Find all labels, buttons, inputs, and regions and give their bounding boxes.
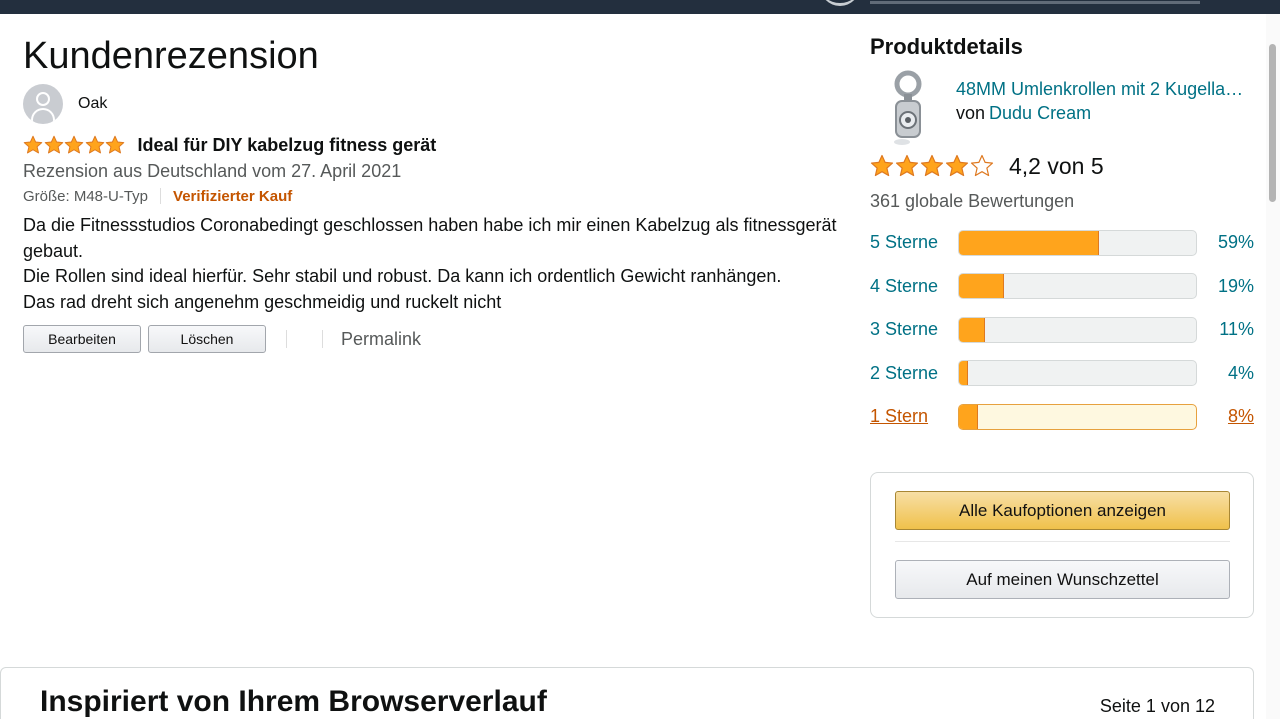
histogram-row[interactable]: 3 Sterne 11% [870, 308, 1254, 352]
global-ratings-count: 361 globale Bewertungen [870, 191, 1075, 211]
brand-link[interactable]: Dudu Cream [989, 103, 1091, 123]
histogram-bar-fill [959, 230, 1099, 255]
histogram-row[interactable]: 1 Stern 8% [870, 395, 1254, 439]
histogram-percent[interactable]: 4% [1197, 363, 1254, 384]
histogram-row[interactable]: 5 Sterne 59% [870, 221, 1254, 265]
divider [895, 541, 1230, 542]
rating-histogram: 5 Sterne 59% 4 Sterne 19% 3 Sterne 11% 2 Stern… [870, 221, 1254, 439]
review-body-line: Das rad dreht sich angenehm geschmeidig … [23, 291, 502, 312]
star-icon [105, 135, 125, 154]
product-info: 48MM Umlenkrollen mit 2 Kugellager von Du… [956, 70, 1246, 148]
vertical-scrollbar[interactable] [1266, 14, 1280, 719]
avatar-icon[interactable] [23, 84, 63, 124]
star-icon [895, 154, 919, 177]
divider [286, 330, 287, 349]
star-icon [870, 154, 894, 177]
star-icon [44, 135, 63, 154]
review-body: Da die Fitnessstudios Coronabedingt gesc… [23, 213, 853, 315]
average-rating-text: 4,2 von 5 [1009, 152, 1104, 179]
product-details-panel: Produktdetails 48MM Umlenkrollen mit 2 K… [870, 32, 1254, 439]
star-icon [970, 154, 994, 177]
histogram-star-label[interactable]: 2 Sterne [870, 363, 958, 384]
histogram-bar[interactable] [958, 273, 1197, 300]
reviewer-profile[interactable]: Oak [23, 84, 853, 124]
edit-button[interactable]: Bearbeiten [23, 325, 141, 354]
carousel-page-indicator: Seite 1 von 12 [1099, 696, 1215, 716]
scrollbar-thumb[interactable] [1269, 44, 1276, 202]
histogram-bar-fill [959, 317, 986, 342]
histogram-star-label[interactable]: 4 Sterne [870, 276, 958, 297]
by-label: von [956, 103, 986, 123]
product-details-heading: Produktdetails [870, 34, 1023, 59]
recommendations-card: Inspiriert von Ihrem Browserverlauf Seit… [0, 667, 1254, 719]
star-icon [920, 154, 944, 177]
review-body-line: Die Rollen sind ideal hierfür. Sehr stab… [23, 266, 782, 287]
review-title-row: Ideal für DIY kabelzug fitness gerät [23, 134, 853, 156]
product-thumbnail[interactable] [870, 70, 942, 148]
histogram-bar[interactable] [958, 403, 1197, 430]
histogram-row[interactable]: 2 Sterne 4% [870, 352, 1254, 396]
average-star-rating[interactable] [870, 154, 995, 178]
star-icon [85, 135, 104, 154]
star-icon [945, 154, 969, 177]
top-navigation-bar [0, 0, 1280, 14]
review-meta: Größe: M48-U-Typ Verifizierter Kauf [23, 186, 853, 206]
histogram-bar[interactable] [958, 360, 1197, 387]
histogram-star-label[interactable]: 5 Sterne [870, 232, 958, 253]
buy-box: Alle Kaufoptionen anzeigen Auf meinen Wu… [870, 472, 1254, 618]
histogram-percent[interactable]: 8% [1197, 406, 1254, 427]
histogram-row[interactable]: 4 Sterne 19% [870, 265, 1254, 309]
delete-button[interactable]: Löschen [148, 325, 266, 354]
product-variant-size[interactable]: Größe: M48-U-Typ [23, 188, 148, 205]
all-buying-options-button[interactable]: Alle Kaufoptionen anzeigen [895, 491, 1230, 530]
histogram-bar[interactable] [958, 229, 1197, 256]
permalink-link[interactable]: Permalink [341, 329, 421, 350]
product-name-link[interactable]: 48MM Umlenkrollen mit 2 Kugellager [956, 77, 1246, 101]
reviewer-name[interactable]: Oak [78, 95, 107, 113]
divider [160, 188, 162, 204]
header-banner [870, 0, 1200, 4]
review-title[interactable]: Ideal für DIY kabelzug fitness gerät [138, 135, 437, 156]
verified-purchase-badge: Verifizierter Kauf [173, 187, 293, 205]
histogram-star-label[interactable]: 1 Stern [870, 406, 958, 427]
recommendations-heading: Inspiriert von Ihrem Browserverlauf [40, 685, 547, 718]
review-star-rating [23, 135, 126, 155]
histogram-percent[interactable]: 59% [1197, 232, 1254, 253]
histogram-star-label[interactable]: 3 Sterne [870, 319, 958, 340]
product-summary: 48MM Umlenkrollen mit 2 Kugellager von Du… [870, 70, 1254, 148]
star-icon [23, 135, 43, 154]
histogram-percent[interactable]: 19% [1197, 276, 1254, 297]
average-rating-row: 4,2 von 5 [870, 150, 1254, 182]
histogram-bar-fill [959, 274, 1005, 299]
histogram-bar-fill [959, 404, 978, 429]
product-brand-line: von Dudu Cream [956, 103, 1246, 124]
add-to-wishlist-button[interactable]: Auf meinen Wunschzettel [895, 560, 1230, 599]
histogram-bar-fill [959, 361, 969, 386]
star-icon [64, 135, 84, 154]
review-section: Kundenrezension Oak Ideal für DIY kabelz… [23, 34, 853, 354]
histogram-percent[interactable]: 11% [1197, 319, 1254, 340]
amazon-logo-icon[interactable] [820, 0, 860, 6]
divider [322, 330, 323, 349]
review-body-line: Da die Fitnessstudios Coronabedingt gesc… [23, 215, 837, 261]
histogram-bar[interactable] [958, 316, 1197, 343]
page-title: Kundenrezension [23, 35, 319, 77]
review-date: Rezension aus Deutschland vom 27. April … [23, 161, 402, 181]
review-actions: Bearbeiten Löschen Permalink [23, 325, 853, 354]
